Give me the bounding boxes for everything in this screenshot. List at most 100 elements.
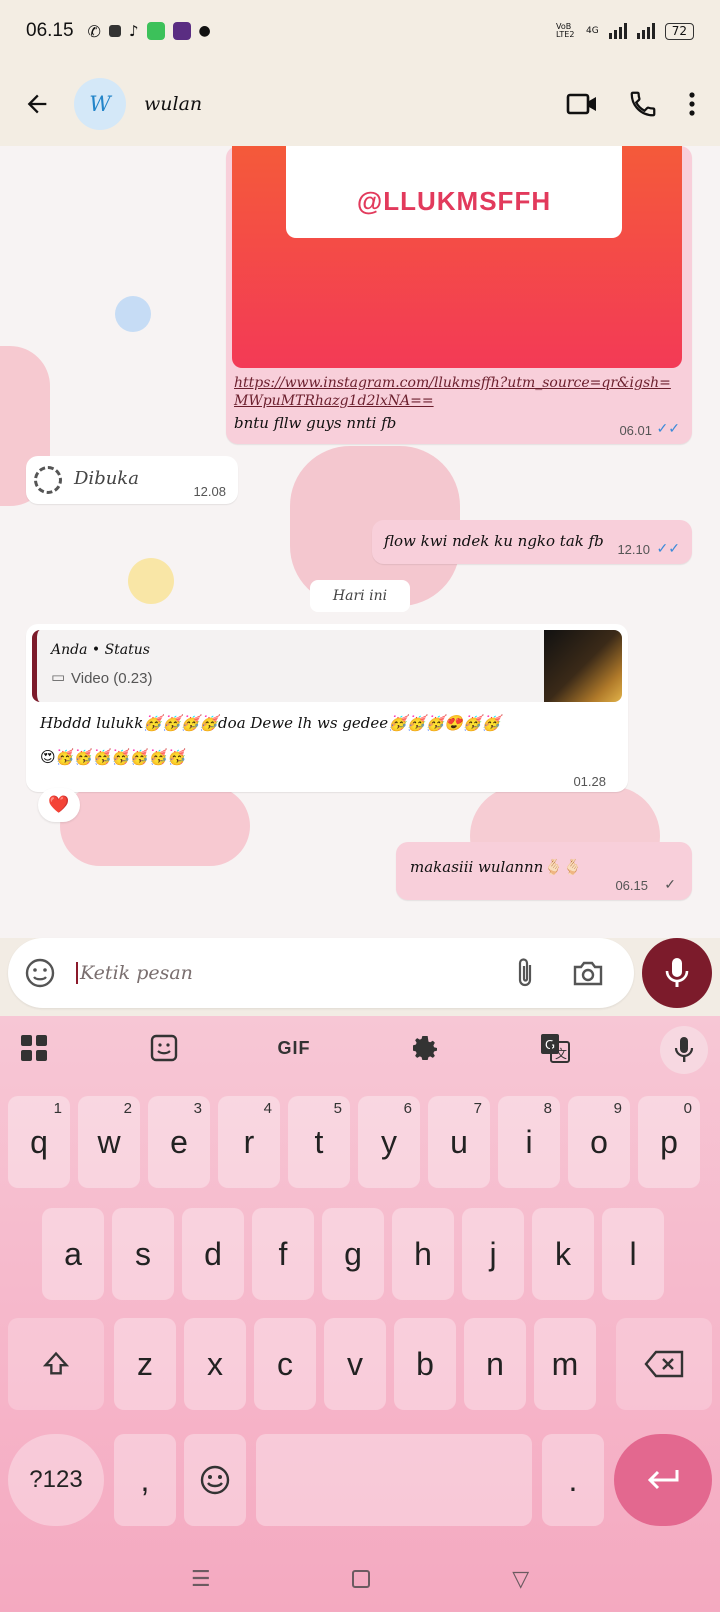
apps-grid-icon[interactable] [18,1026,50,1070]
key-label: v [347,1345,363,1382]
avatar[interactable]: W [74,78,126,130]
message-birthday[interactable]: Anda • Status ▭ Video (0.23) Hbddd luluk… [26,624,628,792]
key-s[interactable]: s [112,1208,174,1300]
numbers-key[interactable]: ?123 [8,1434,104,1526]
period-key[interactable]: . [542,1434,604,1526]
date-chip: Hari ini [310,580,410,612]
key-i[interactable]: i8 [498,1096,560,1188]
signal-icon [608,23,627,39]
keyboard-toolbar: GIF G文 [0,1016,720,1080]
message-flow[interactable]: flow kwi ndek ku ngko tak fb 12.10 ✓✓ [372,520,692,564]
key-label: e [170,1123,188,1160]
more-options-icon[interactable] [688,91,696,117]
avatar-initial: W [89,92,111,116]
gif-button[interactable]: GIF [272,1026,316,1070]
shift-key[interactable] [8,1318,104,1410]
key-label: p [660,1123,678,1160]
key-y[interactable]: y6 [358,1096,420,1188]
enter-key[interactable] [614,1434,712,1526]
whatsapp-icon: ✆ [87,21,101,41]
key-v[interactable]: v [324,1318,386,1410]
key-q[interactable]: q1 [8,1096,70,1188]
key-o[interactable]: o9 [568,1096,630,1188]
key-label: t [314,1123,324,1160]
network-label: VoB LTE2 [556,22,575,39]
instagram-link[interactable]: https://www.instagram.com/llukmsffh?utm_… [234,374,674,410]
emoji-icon [200,1465,230,1495]
message-text: flow kwi ndek ku ngko tak fb [384,532,604,550]
settings-gear-icon[interactable] [408,1026,442,1070]
key-label: w [97,1123,121,1160]
key-label: f [278,1235,288,1272]
key-c[interactable]: c [254,1318,316,1410]
key-label: i [525,1123,533,1160]
key-h[interactable]: h [392,1208,454,1300]
key-label: x [207,1345,223,1382]
key-hint: 1 [53,1100,62,1117]
camera-icon[interactable] [572,959,604,987]
message-view-once[interactable]: Dibuka 12.08 [26,456,238,504]
key-x[interactable]: x [184,1318,246,1410]
key-m[interactable]: m [534,1318,596,1410]
message-last[interactable]: makasiii wulannn🫰🏻🫰🏻 06.15 ✓ [396,842,692,900]
space-key[interactable] [256,1434,532,1526]
sticker-icon[interactable] [24,957,56,989]
key-b[interactable]: b [394,1318,456,1410]
app-notification-icon [108,25,121,37]
contact-name[interactable]: wulan [144,93,202,115]
key-l[interactable]: l [602,1208,664,1300]
signal-icon-2 [636,23,655,39]
back-button[interactable] [0,62,74,146]
quoted-author: Anda • Status [51,642,150,658]
key-label: r [243,1123,255,1160]
key-u[interactable]: u7 [428,1096,490,1188]
message-composer[interactable]: Ketik pesan [8,938,634,1008]
backspace-icon [644,1350,684,1378]
key-g[interactable]: g [322,1208,384,1300]
sticker-keyboard-icon[interactable] [148,1026,180,1070]
back-nav-icon[interactable]: ▽ [512,1567,529,1592]
more-notifications-dot: ● [198,23,211,39]
chat-area[interactable]: @LLUKMSFFH https://www.instagram.com/llu… [0,146,720,938]
quoted-status[interactable]: Anda • Status ▭ Video (0.23) [32,630,622,702]
key-label: a [64,1235,82,1272]
svg-text:文: 文 [555,1046,567,1061]
video-call-icon[interactable] [566,91,598,117]
menu-nav-icon[interactable]: ☰ [191,1567,211,1592]
heart-reaction-icon: ❤️ [48,795,70,815]
emoji-key[interactable] [184,1434,246,1526]
read-ticks-icon: ✓✓ [656,420,680,436]
key-r[interactable]: r4 [218,1096,280,1188]
message-time: 06.01 [619,423,652,438]
system-nav-bar: ☰ ▽ [0,1546,720,1612]
message-instagram-share[interactable]: @LLUKMSFFH https://www.instagram.com/llu… [226,146,692,444]
key-hint: 8 [543,1100,552,1117]
key-k[interactable]: k [532,1208,594,1300]
voice-call-icon[interactable] [628,89,658,119]
attach-icon[interactable] [514,957,536,989]
message-input[interactable]: Ketik pesan [76,962,514,984]
comma-key[interactable]: , [114,1434,176,1526]
wallpaper-decoration [128,558,174,604]
key-e[interactable]: e3 [148,1096,210,1188]
instagram-qr-card[interactable]: @LLUKMSFFH [232,146,682,368]
key-d[interactable]: d [182,1208,244,1300]
translate-icon[interactable]: G文 [538,1026,572,1070]
backspace-key[interactable] [616,1318,712,1410]
home-nav-icon[interactable] [352,1570,371,1588]
key-w[interactable]: w2 [78,1096,140,1188]
key-n[interactable]: n [464,1318,526,1410]
key-label: g [344,1235,362,1272]
reaction-badge[interactable]: ❤️ [38,788,80,822]
key-j[interactable]: j [462,1208,524,1300]
key-z[interactable]: z [114,1318,176,1410]
keyboard-voice-button[interactable] [660,1026,708,1074]
key-a[interactable]: a [42,1208,104,1300]
keyboard: GIF G文 q1w2e3r4t5y6u7i8o9p0 asdfghjkl zx… [0,1016,720,1612]
key-label: z [137,1345,153,1382]
voice-record-button[interactable] [642,938,712,1008]
quoted-kind: Video (0.23) [71,670,153,687]
key-f[interactable]: f [252,1208,314,1300]
key-t[interactable]: t5 [288,1096,350,1188]
key-p[interactable]: p0 [638,1096,700,1188]
